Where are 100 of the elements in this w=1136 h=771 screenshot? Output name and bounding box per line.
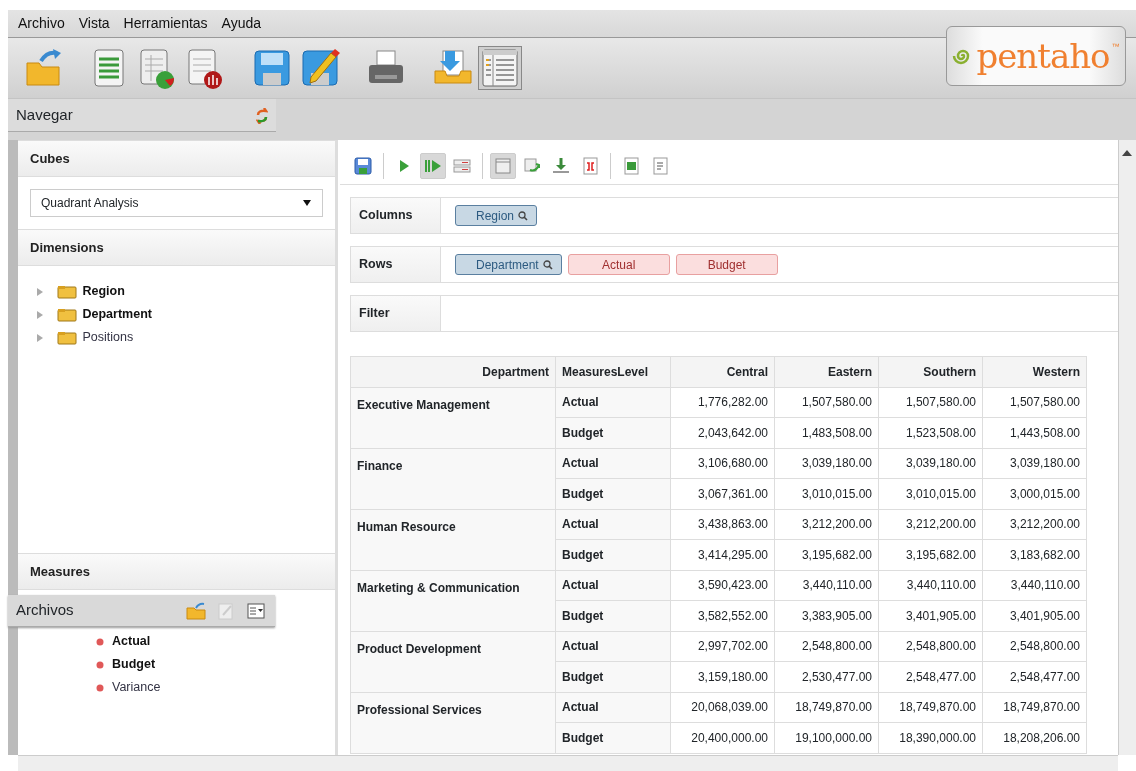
row-header: Budget bbox=[555, 661, 671, 692]
table-cell: 2,530,477.00 bbox=[774, 661, 879, 692]
row-header: Product Development bbox=[350, 631, 556, 692]
column-header: Department bbox=[350, 356, 556, 387]
cube-dropdown[interactable]: Quadrant Analysis bbox=[30, 189, 323, 217]
expand-arrow-icon bbox=[36, 309, 44, 320]
table-cell: 3,195,682.00 bbox=[774, 539, 879, 570]
row-header: Actual bbox=[555, 631, 671, 662]
table-cell: 3,039,180.00 bbox=[774, 448, 879, 479]
table-cell: 3,212,200.00 bbox=[878, 509, 983, 540]
column-header: Southern bbox=[878, 356, 983, 387]
spreadsheet-icon bbox=[621, 156, 641, 176]
column-header: Eastern bbox=[774, 356, 879, 387]
axis-label: Rows bbox=[351, 247, 441, 282]
table-cell: 2,548,477.00 bbox=[878, 661, 983, 692]
section-header: Measures bbox=[18, 553, 335, 590]
row-header: Finance bbox=[350, 448, 556, 509]
row-header: Actual bbox=[555, 570, 671, 601]
logo-text: pentaho bbox=[976, 39, 1110, 73]
sync-icon bbox=[256, 107, 268, 124]
tree-item[interactable]: Department bbox=[82, 305, 152, 324]
table-cell: 1,523,508.00 bbox=[878, 417, 983, 448]
drop-zone[interactable]: Rows Department Actual Budget bbox=[350, 246, 1118, 283]
panel-title: Navegar bbox=[16, 104, 73, 125]
row-header: Actual bbox=[555, 448, 671, 479]
row-header: Budget bbox=[555, 722, 671, 753]
download-icon bbox=[551, 156, 571, 176]
table-cell: 3,590,423.00 bbox=[670, 570, 775, 601]
row-header: Executive Management bbox=[350, 387, 556, 448]
table-cell: 3,212,200.00 bbox=[774, 509, 879, 540]
dimension-chip[interactable]: Department bbox=[455, 254, 562, 275]
drop-zone[interactable]: Filter bbox=[350, 295, 1118, 332]
pencil-icon bbox=[217, 601, 235, 620]
search-icon bbox=[518, 210, 529, 221]
trademark-sign: ™ bbox=[1111, 41, 1120, 53]
table-cell: 1,776,282.00 bbox=[670, 387, 775, 418]
table-cell: 3,010,015.00 bbox=[774, 478, 879, 509]
table-cell: 3,440,110.00 bbox=[774, 570, 879, 601]
tree-item[interactable]: Positions bbox=[82, 328, 134, 347]
measure-chip[interactable]: Actual bbox=[567, 254, 670, 275]
table-cell: 3,414,295.00 bbox=[670, 539, 775, 570]
menu-item[interactable]: Vista bbox=[78, 13, 110, 34]
row-header: Professional Services bbox=[350, 692, 556, 753]
folder-icon bbox=[57, 284, 78, 299]
section-header: Dimensions bbox=[18, 229, 335, 266]
table-cell: 3,383,905.00 bbox=[774, 600, 879, 631]
table-cell: 1,443,508.00 bbox=[982, 417, 1087, 448]
table-cell: 3,440,110.00 bbox=[982, 570, 1087, 601]
measure-chip[interactable]: Budget bbox=[675, 254, 778, 275]
fields-icon bbox=[452, 156, 472, 176]
table-cell: 18,749,870.00 bbox=[982, 692, 1087, 723]
table-cell: 19,100,000.00 bbox=[774, 722, 879, 753]
table-cell: 18,208,206.00 bbox=[982, 722, 1087, 753]
table-cell: 3,039,180.00 bbox=[878, 448, 983, 479]
menu-item[interactable]: Herramientas bbox=[123, 13, 208, 34]
row-header: Actual bbox=[555, 692, 671, 723]
menu-item[interactable]: Archivo bbox=[18, 13, 65, 34]
vertical-scrollbar[interactable] bbox=[1118, 140, 1136, 755]
table-cell: 2,548,800.00 bbox=[982, 631, 1087, 662]
table-cell: 3,067,361.00 bbox=[670, 478, 775, 509]
table-cell: 20,068,039.00 bbox=[670, 692, 775, 723]
axis-label: Filter bbox=[351, 296, 441, 331]
column-header: Western bbox=[982, 356, 1087, 387]
dropdown-arrow-icon bbox=[302, 199, 312, 207]
column-header: Central bbox=[670, 356, 775, 387]
table-cell: 3,438,863.00 bbox=[670, 509, 775, 540]
table-cell: 3,195,682.00 bbox=[878, 539, 983, 570]
drop-zone[interactable]: Columns Region bbox=[350, 197, 1118, 234]
table-cell: 2,548,800.00 bbox=[878, 631, 983, 662]
bullet-icon bbox=[96, 637, 104, 646]
table-cell: 3,159,180.00 bbox=[670, 661, 775, 692]
measure-item[interactable]: Budget bbox=[112, 655, 156, 674]
table-cell: 3,039,180.00 bbox=[982, 448, 1087, 479]
list-view-icon bbox=[479, 47, 521, 89]
table-cell: 18,390,000.00 bbox=[878, 722, 983, 753]
row-header: Marketing & Communication bbox=[350, 570, 556, 631]
toolbar-button[interactable] bbox=[478, 46, 522, 90]
table-cell: 3,582,552.00 bbox=[670, 600, 775, 631]
measure-item[interactable]: Variance bbox=[112, 678, 161, 697]
row-header: Actual bbox=[555, 509, 671, 540]
table-cell: 3,183,682.00 bbox=[982, 539, 1087, 570]
table-cell: 18,749,870.00 bbox=[774, 692, 879, 723]
axis-label: Columns bbox=[351, 198, 441, 233]
table-cell: 3,401,905.00 bbox=[982, 600, 1087, 631]
menu-item[interactable]: Ayuda bbox=[221, 13, 262, 34]
measure-item[interactable]: Actual bbox=[112, 632, 151, 651]
table-cell: 1,507,580.00 bbox=[982, 387, 1087, 418]
row-header: Budget bbox=[555, 600, 671, 631]
tree-item[interactable]: Region bbox=[82, 282, 125, 301]
panel-title: Archivos bbox=[16, 600, 74, 621]
dimension-chip[interactable]: Region bbox=[455, 205, 538, 226]
table-cell: 3,010,015.00 bbox=[878, 478, 983, 509]
table-cell: 3,440,110.00 bbox=[878, 570, 983, 601]
table-cell: 1,507,580.00 bbox=[774, 387, 879, 418]
table-cell: 3,212,200.00 bbox=[982, 509, 1087, 540]
folder-icon bbox=[57, 330, 78, 345]
horizontal-scrollbar[interactable] bbox=[18, 755, 1118, 771]
table-cell: 2,548,477.00 bbox=[982, 661, 1087, 692]
expand-arrow-icon bbox=[36, 332, 44, 343]
floppy-pencil-icon bbox=[299, 47, 341, 89]
